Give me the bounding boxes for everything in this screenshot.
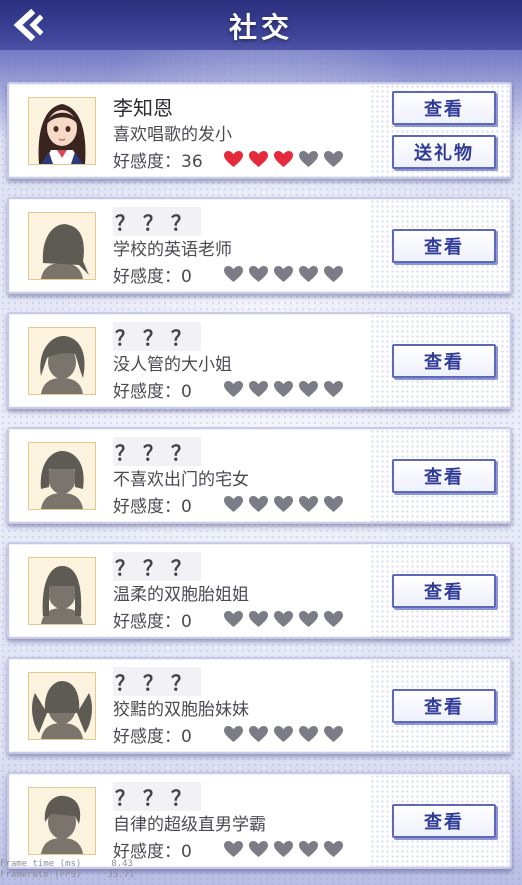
heart-empty-icon bbox=[273, 495, 294, 513]
avatar bbox=[28, 442, 96, 510]
affection-label: 好感度：0 bbox=[113, 612, 192, 632]
heart-empty-icon bbox=[248, 495, 269, 513]
character-name: ？？？ bbox=[113, 437, 201, 466]
send-gift-button[interactable]: 送礼物 bbox=[392, 135, 496, 169]
character-card: ？？？ 不喜欢出门的宅女 好感度：0 查看 bbox=[7, 427, 512, 524]
character-card: ？？？ 自律的超级直男学霸 好感度：0 查看 bbox=[7, 772, 512, 869]
view-button[interactable]: 查看 bbox=[392, 344, 496, 378]
avatar bbox=[28, 212, 96, 280]
avatar bbox=[28, 327, 96, 395]
character-name: 李知恩 bbox=[113, 96, 173, 120]
heart-empty-icon bbox=[248, 840, 269, 858]
character-description: 温柔的双胞胎姐姐 bbox=[113, 585, 249, 605]
page-title: 社交 bbox=[228, 11, 293, 44]
view-button[interactable]: 查看 bbox=[392, 229, 496, 263]
heart-empty-icon bbox=[298, 495, 319, 513]
character-card: ？？？ 学校的英语老师 好感度：0 查看 bbox=[7, 197, 512, 294]
heart-empty-icon bbox=[298, 840, 319, 858]
character-description: 喜欢唱歌的发小 bbox=[113, 125, 232, 145]
frame-time-label: Frame time (ms) bbox=[0, 859, 82, 869]
heart-empty-icon bbox=[298, 610, 319, 628]
heart-empty-icon bbox=[298, 150, 319, 168]
affection-hearts bbox=[223, 610, 344, 628]
affection-hearts bbox=[223, 265, 344, 283]
heart-empty-icon bbox=[323, 150, 344, 168]
affection-label: 好感度：36 bbox=[113, 152, 203, 172]
heart-filled-icon bbox=[248, 150, 269, 168]
avatar bbox=[28, 787, 96, 855]
character-description: 不喜欢出门的宅女 bbox=[113, 470, 249, 490]
affection-label: 好感度：0 bbox=[113, 727, 192, 747]
view-button[interactable]: 查看 bbox=[392, 804, 496, 838]
heart-empty-icon bbox=[248, 265, 269, 283]
character-description: 学校的英语老师 bbox=[113, 240, 232, 260]
character-description: 自律的超级直男学霸 bbox=[113, 815, 266, 835]
view-button[interactable]: 查看 bbox=[392, 574, 496, 608]
character-card: ？？？ 狡黠的双胞胎妹妹 好感度：0 查看 bbox=[7, 657, 512, 754]
character-card: 李知恩喜欢唱歌的发小 好感度：36 送礼物 查看 bbox=[7, 82, 512, 179]
heart-empty-icon bbox=[223, 725, 244, 743]
affection-hearts bbox=[223, 380, 344, 398]
view-button[interactable]: 查看 bbox=[392, 91, 496, 125]
heart-empty-icon bbox=[223, 265, 244, 283]
view-button[interactable]: 查看 bbox=[392, 689, 496, 723]
affection-label: 好感度：0 bbox=[113, 382, 192, 402]
character-card: ？？？ 温柔的双胞胎姐姐 好感度：0 查看 bbox=[7, 542, 512, 639]
fps-value: 35.71 bbox=[107, 870, 135, 880]
affection-hearts bbox=[223, 840, 344, 858]
avatar bbox=[28, 672, 96, 740]
heart-empty-icon bbox=[273, 725, 294, 743]
affection-label: 好感度：0 bbox=[113, 267, 192, 287]
heart-empty-icon bbox=[298, 265, 319, 283]
character-name: ？？？ bbox=[113, 782, 201, 811]
affection-hearts bbox=[223, 495, 344, 513]
heart-empty-icon bbox=[248, 610, 269, 628]
character-description: 没人管的大小姐 bbox=[113, 355, 232, 375]
fps-label: Framerate (FPS) bbox=[0, 870, 82, 880]
heart-empty-icon bbox=[223, 495, 244, 513]
heart-filled-icon bbox=[273, 150, 294, 168]
avatar bbox=[28, 97, 96, 165]
heart-empty-icon bbox=[248, 380, 269, 398]
heart-empty-icon bbox=[298, 725, 319, 743]
heart-empty-icon bbox=[323, 380, 344, 398]
character-description: 狡黠的双胞胎妹妹 bbox=[113, 700, 249, 720]
heart-empty-icon bbox=[223, 840, 244, 858]
avatar bbox=[28, 557, 96, 625]
affection-label: 好感度：0 bbox=[113, 497, 192, 517]
character-name: ？？？ bbox=[113, 667, 201, 696]
heart-empty-icon bbox=[223, 610, 244, 628]
character-name: ？？？ bbox=[113, 207, 201, 236]
heart-empty-icon bbox=[323, 840, 344, 858]
heart-empty-icon bbox=[323, 265, 344, 283]
heart-empty-icon bbox=[223, 380, 244, 398]
heart-empty-icon bbox=[273, 610, 294, 628]
affection-hearts bbox=[223, 725, 344, 743]
heart-empty-icon bbox=[323, 495, 344, 513]
character-name: ？？？ bbox=[113, 552, 201, 581]
frame-time-value: 8.43 bbox=[111, 859, 133, 869]
heart-empty-icon bbox=[273, 380, 294, 398]
affection-hearts bbox=[223, 150, 344, 168]
heart-empty-icon bbox=[298, 380, 319, 398]
header-bar: 社交 bbox=[0, 0, 522, 50]
heart-empty-icon bbox=[273, 265, 294, 283]
heart-empty-icon bbox=[273, 840, 294, 858]
character-name: ？？？ bbox=[113, 322, 201, 351]
heart-empty-icon bbox=[248, 725, 269, 743]
heart-empty-icon bbox=[323, 610, 344, 628]
heart-filled-icon bbox=[223, 150, 244, 168]
character-card: ？？？ 没人管的大小姐 好感度：0 查看 bbox=[7, 312, 512, 409]
heart-empty-icon bbox=[323, 725, 344, 743]
view-button[interactable]: 查看 bbox=[392, 459, 496, 493]
debug-overlay: Frame time (ms) 8.43 Framerate (FPS) 35.71 bbox=[0, 859, 134, 881]
